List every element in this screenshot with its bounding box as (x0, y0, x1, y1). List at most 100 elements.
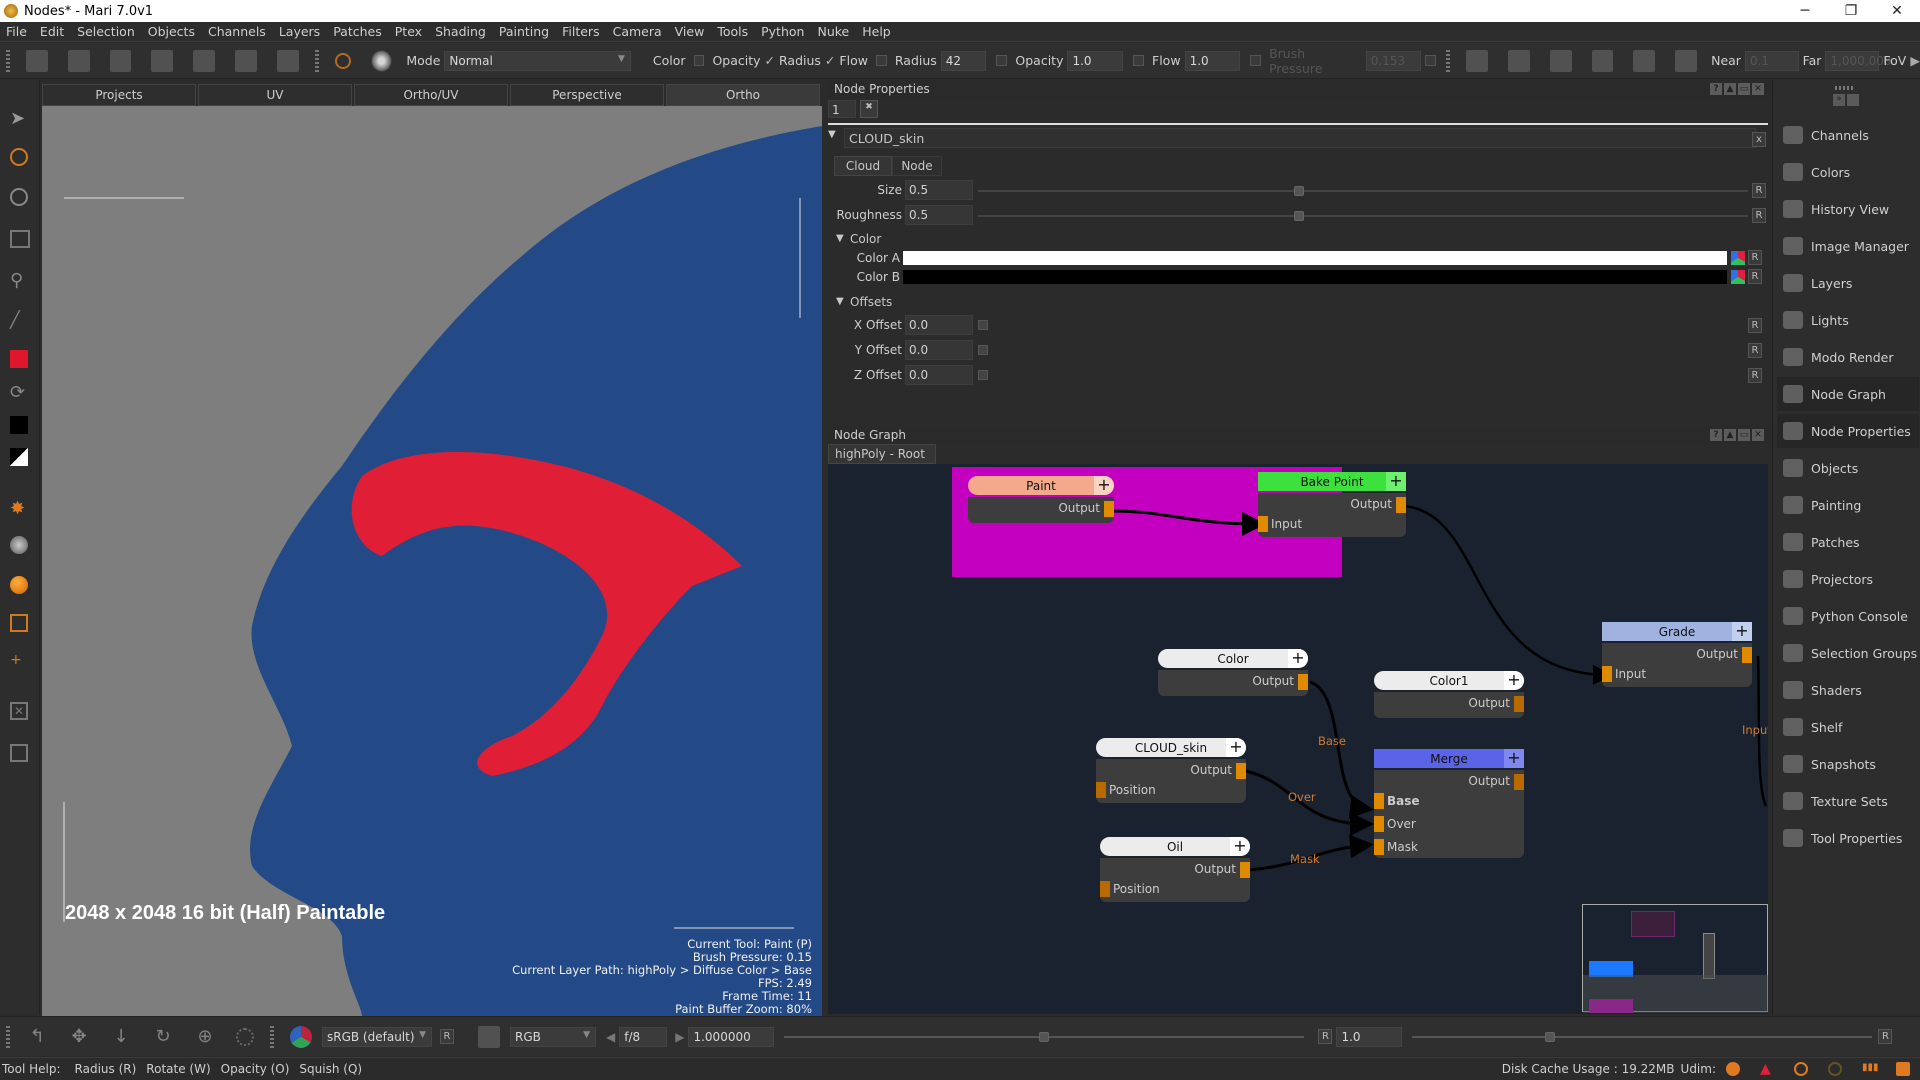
add-icon[interactable]: + (1504, 671, 1524, 690)
menu-file[interactable]: File (6, 24, 27, 39)
roughness-input[interactable]: 0.5 (905, 205, 973, 225)
menu-tools[interactable]: Tools (717, 24, 748, 39)
output-port[interactable] (1742, 647, 1752, 663)
menu-selection[interactable]: Selection (77, 24, 135, 39)
output-port[interactable] (1514, 774, 1524, 790)
color-b-swatch[interactable] (903, 270, 1727, 284)
eyedropper-icon[interactable]: ╱ (10, 310, 32, 332)
output-port[interactable] (1104, 501, 1114, 517)
graph-tab-root[interactable]: highPoly - Root (828, 444, 936, 464)
restore-button[interactable]: ❐ (1828, 0, 1874, 22)
color-a-picker-icon[interactable] (1731, 251, 1745, 265)
maximize-icon[interactable]: ▭ (1738, 429, 1750, 441)
projection-icon[interactable] (1633, 49, 1656, 72)
add-icon[interactable]: + (1230, 837, 1250, 856)
magnify-icon[interactable]: ⚲ (10, 270, 32, 292)
paint-select-icon[interactable]: ✸ (10, 498, 32, 520)
grid-tool-icon[interactable] (10, 230, 30, 248)
menu-filters[interactable]: Filters (562, 24, 599, 39)
paint-buffer-icon[interactable] (334, 52, 351, 69)
add-icon[interactable]: + (1386, 472, 1406, 491)
mode-dropdown[interactable]: Normal ▼ (444, 50, 631, 71)
add-icon[interactable]: + (1732, 622, 1752, 641)
paint-through-tool-icon[interactable] (10, 188, 28, 206)
toolbar-grip[interactable] (6, 49, 10, 72)
close-button[interactable]: ✕ (1874, 0, 1920, 22)
marquee-icon[interactable] (10, 614, 28, 632)
size-reset-button[interactable]: R (1752, 183, 1766, 198)
pressure-toggle[interactable] (1425, 55, 1437, 66)
undo-stroke-icon[interactable] (151, 49, 174, 72)
tab-ortho-uv[interactable]: Ortho/UV (354, 84, 508, 106)
tab-uv[interactable]: UV (198, 84, 352, 106)
frame-selected-icon[interactable]: ✕ (10, 702, 28, 720)
3d-viewport[interactable]: 2048 x 2048 16 bit (Half) Paintable Curr… (42, 106, 822, 1016)
shaded-icon[interactable] (1591, 49, 1614, 72)
foreground-color-swatch[interactable] (10, 350, 28, 368)
menu-python[interactable]: Python (761, 24, 804, 39)
node-paint[interactable]: Paint + Output (968, 476, 1114, 523)
bake-icon[interactable] (193, 49, 216, 72)
sidebar-item-layers[interactable]: Layers (1777, 266, 1919, 300)
output-port[interactable] (1236, 763, 1246, 779)
roughness-slider[interactable] (978, 215, 1748, 217)
warning-icon[interactable]: ▲ (1760, 1062, 1774, 1076)
frame-all-icon[interactable] (10, 744, 28, 762)
color-checkbox[interactable] (693, 55, 705, 66)
input-port-base[interactable] (1374, 793, 1384, 809)
panel-close-icon[interactable]: ✕ (1752, 429, 1764, 441)
rotate-icon[interactable]: ↻ (152, 1026, 174, 1048)
toolbar-grip[interactable] (270, 1025, 274, 1048)
menu-ptex[interactable]: Ptex (395, 24, 422, 39)
gamma-slider[interactable] (1412, 1027, 1873, 1047)
opacity-lock-checkbox[interactable] (996, 55, 1008, 66)
lasso-icon[interactable] (236, 1027, 254, 1046)
menu-edit[interactable]: Edit (40, 24, 64, 39)
menu-objects[interactable]: Objects (148, 24, 195, 39)
exposure-slider[interactable] (784, 1027, 1305, 1047)
sidebar-item-python-console[interactable]: Python Console (1777, 599, 1919, 633)
node-cloud-skin[interactable]: CLOUD_skin + Output Position (1096, 738, 1246, 803)
menu-layers[interactable]: Layers (279, 24, 320, 39)
output-port[interactable] (1240, 862, 1250, 878)
lut-icon[interactable] (478, 1025, 500, 1048)
minimize-button[interactable]: ─ (1782, 0, 1828, 22)
wireframe-cube-icon[interactable] (1466, 49, 1489, 72)
node-count-field[interactable]: 1 (828, 100, 856, 118)
menu-nuke[interactable]: Nuke (817, 24, 849, 39)
scatter-icon[interactable] (1675, 49, 1698, 72)
fstop-decrease-icon[interactable]: ◀ (606, 1030, 615, 1044)
menu-painting[interactable]: Painting (499, 24, 549, 39)
color-management-icon[interactable] (290, 1025, 312, 1048)
opacity-input[interactable]: 1.0 (1067, 50, 1124, 71)
sidebar-item-history-view[interactable]: History View (1777, 192, 1919, 226)
help-icon[interactable]: ? (1710, 83, 1722, 95)
far-input[interactable]: 1,000,000 (1825, 50, 1891, 71)
panel-close-icon[interactable]: ✕ (1752, 83, 1764, 95)
node-bake-point[interactable]: Bake Point + Output Input (1258, 472, 1406, 537)
expand-icon[interactable]: » (1833, 94, 1845, 106)
orbit-icon[interactable]: ⊕ (194, 1026, 216, 1048)
crosshair-icon[interactable]: + (10, 652, 32, 674)
colorspace-dropdown[interactable]: sRGB (default) ▼ (322, 1026, 432, 1047)
radius-checkbox[interactable]: ✓ (765, 53, 775, 68)
node-color1[interactable]: Color1 + Output (1374, 671, 1524, 718)
add-icon[interactable]: + (1288, 649, 1308, 668)
maximize-icon[interactable]: ▭ (1738, 83, 1750, 95)
exposure-input[interactable]: 1.000000 (688, 1026, 775, 1047)
down-arrow-icon[interactable]: ↓ (110, 1026, 132, 1048)
sidebar-item-node-properties[interactable]: Node Properties (1777, 414, 1919, 448)
color-a-reset-button[interactable]: R (1748, 250, 1762, 265)
gamma-slider-knob[interactable] (1545, 1031, 1556, 1042)
y-offset-input[interactable]: 0.0 (905, 340, 973, 360)
input-port[interactable] (1100, 881, 1110, 897)
input-port-mask[interactable] (1374, 839, 1384, 855)
sidebar-item-patches[interactable]: Patches (1777, 525, 1919, 559)
fstop-increase-icon[interactable]: ▶ (675, 1030, 684, 1044)
sidebar-item-colors[interactable]: Colors (1777, 155, 1919, 189)
node-merge[interactable]: Merge + Output Base Over Mask (1374, 749, 1524, 858)
close-file-icon[interactable] (67, 49, 90, 72)
input-port[interactable] (1602, 666, 1612, 682)
menu-view[interactable]: View (675, 24, 705, 39)
exposure-slider-knob[interactable] (1039, 1031, 1050, 1042)
